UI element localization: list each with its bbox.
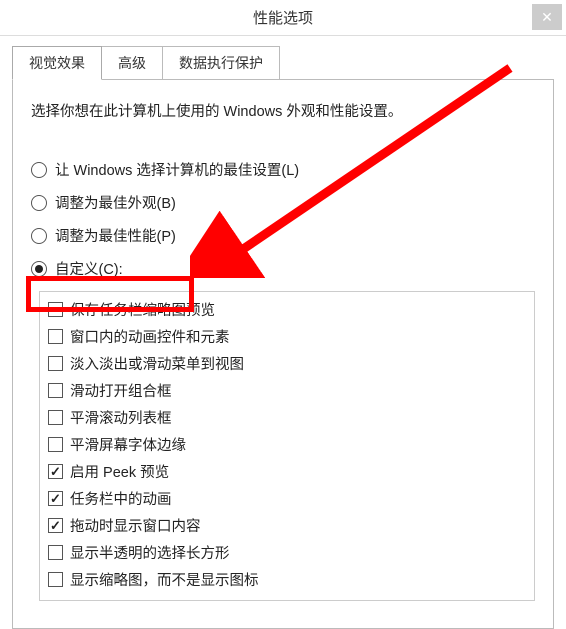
tab-advanced[interactable]: 高级 bbox=[101, 46, 163, 79]
checkbox-icon bbox=[48, 356, 63, 371]
checkbox-label: 启用 Peek 预览 bbox=[70, 461, 169, 482]
close-button[interactable]: ✕ bbox=[532, 4, 562, 30]
checkbox-icon bbox=[48, 437, 63, 452]
checkbox-item-drag-content[interactable]: 拖动时显示窗口内容 bbox=[40, 512, 534, 539]
checkbox-item-peek[interactable]: 启用 Peek 预览 bbox=[40, 458, 534, 485]
checkbox-item-fade-slide[interactable]: 淡入淡出或滑动菜单到视图 bbox=[40, 350, 534, 377]
window-title: 性能选项 bbox=[0, 7, 566, 28]
checkbox-item-smooth-scroll[interactable]: 平滑滚动列表框 bbox=[40, 404, 534, 431]
checkbox-item-taskbar-thumb[interactable]: 保存任务栏缩略图预览 bbox=[40, 296, 534, 323]
checkbox-icon bbox=[48, 464, 63, 479]
checkbox-icon bbox=[48, 383, 63, 398]
checkbox-icon bbox=[48, 302, 63, 317]
checkbox-item-show-thumbs[interactable]: 显示缩略图，而不是显示图标 bbox=[40, 566, 534, 593]
checkbox-icon bbox=[48, 545, 63, 560]
checkbox-label: 窗口内的动画控件和元素 bbox=[70, 326, 230, 347]
checkbox-label: 滑动打开组合框 bbox=[70, 380, 172, 401]
radio-let-windows-choose[interactable]: 让 Windows 选择计算机的最佳设置(L) bbox=[31, 157, 535, 182]
tab-label: 视觉效果 bbox=[29, 55, 85, 71]
radio-label: 调整为最佳外观(B) bbox=[55, 192, 176, 213]
tab-dep[interactable]: 数据执行保护 bbox=[162, 46, 280, 79]
checkbox-label: 平滑屏幕字体边缘 bbox=[70, 434, 186, 455]
checkbox-label: 任务栏中的动画 bbox=[70, 488, 172, 509]
checkbox-label: 淡入淡出或滑动菜单到视图 bbox=[70, 353, 244, 374]
radio-icon bbox=[31, 261, 47, 277]
checkbox-item-slide-combo[interactable]: 滑动打开组合框 bbox=[40, 377, 534, 404]
checkbox-item-animate-controls[interactable]: 窗口内的动画控件和元素 bbox=[40, 323, 534, 350]
checkbox-label: 显示缩略图，而不是显示图标 bbox=[70, 569, 259, 590]
checkbox-item-translucent-select[interactable]: 显示半透明的选择长方形 bbox=[40, 539, 534, 566]
tab-label: 数据执行保护 bbox=[179, 55, 263, 71]
checkbox-label: 显示半透明的选择长方形 bbox=[70, 542, 230, 563]
radio-icon bbox=[31, 195, 47, 211]
checkbox-icon bbox=[48, 572, 63, 587]
checkbox-item-taskbar-anim[interactable]: 任务栏中的动画 bbox=[40, 485, 534, 512]
panel-description: 选择你想在此计算机上使用的 Windows 外观和性能设置。 bbox=[31, 100, 535, 121]
radio-label: 让 Windows 选择计算机的最佳设置(L) bbox=[55, 159, 299, 180]
checkbox-list[interactable]: 保存任务栏缩略图预览 窗口内的动画控件和元素 淡入淡出或滑动菜单到视图 滑动打开… bbox=[39, 291, 535, 601]
checkbox-icon bbox=[48, 491, 63, 506]
checkbox-label: 保存任务栏缩略图预览 bbox=[70, 299, 215, 320]
tab-visual-effects[interactable]: 视觉效果 bbox=[12, 46, 102, 80]
tab-label: 高级 bbox=[118, 55, 146, 71]
radio-best-appearance[interactable]: 调整为最佳外观(B) bbox=[31, 190, 535, 215]
checkbox-icon bbox=[48, 410, 63, 425]
radio-label: 自定义(C): bbox=[55, 258, 123, 279]
radio-icon bbox=[31, 162, 47, 178]
checkbox-item-smooth-font[interactable]: 平滑屏幕字体边缘 bbox=[40, 431, 534, 458]
checkbox-label: 平滑滚动列表框 bbox=[70, 407, 172, 428]
radio-best-performance[interactable]: 调整为最佳性能(P) bbox=[31, 223, 535, 248]
radio-group: 让 Windows 选择计算机的最佳设置(L) 调整为最佳外观(B) 调整为最佳… bbox=[31, 157, 535, 281]
radio-custom[interactable]: 自定义(C): bbox=[31, 256, 535, 281]
checkbox-icon bbox=[48, 518, 63, 533]
content-area: 视觉效果 高级 数据执行保护 选择你想在此计算机上使用的 Windows 外观和… bbox=[0, 36, 566, 629]
radio-icon bbox=[31, 228, 47, 244]
close-icon: ✕ bbox=[541, 9, 553, 26]
radio-label: 调整为最佳性能(P) bbox=[55, 225, 176, 246]
checkbox-icon bbox=[48, 329, 63, 344]
titlebar: 性能选项 ✕ bbox=[0, 0, 566, 36]
tab-strip: 视觉效果 高级 数据执行保护 bbox=[12, 46, 554, 79]
tab-panel: 选择你想在此计算机上使用的 Windows 外观和性能设置。 让 Windows… bbox=[12, 79, 554, 629]
checkbox-label: 拖动时显示窗口内容 bbox=[70, 515, 201, 536]
